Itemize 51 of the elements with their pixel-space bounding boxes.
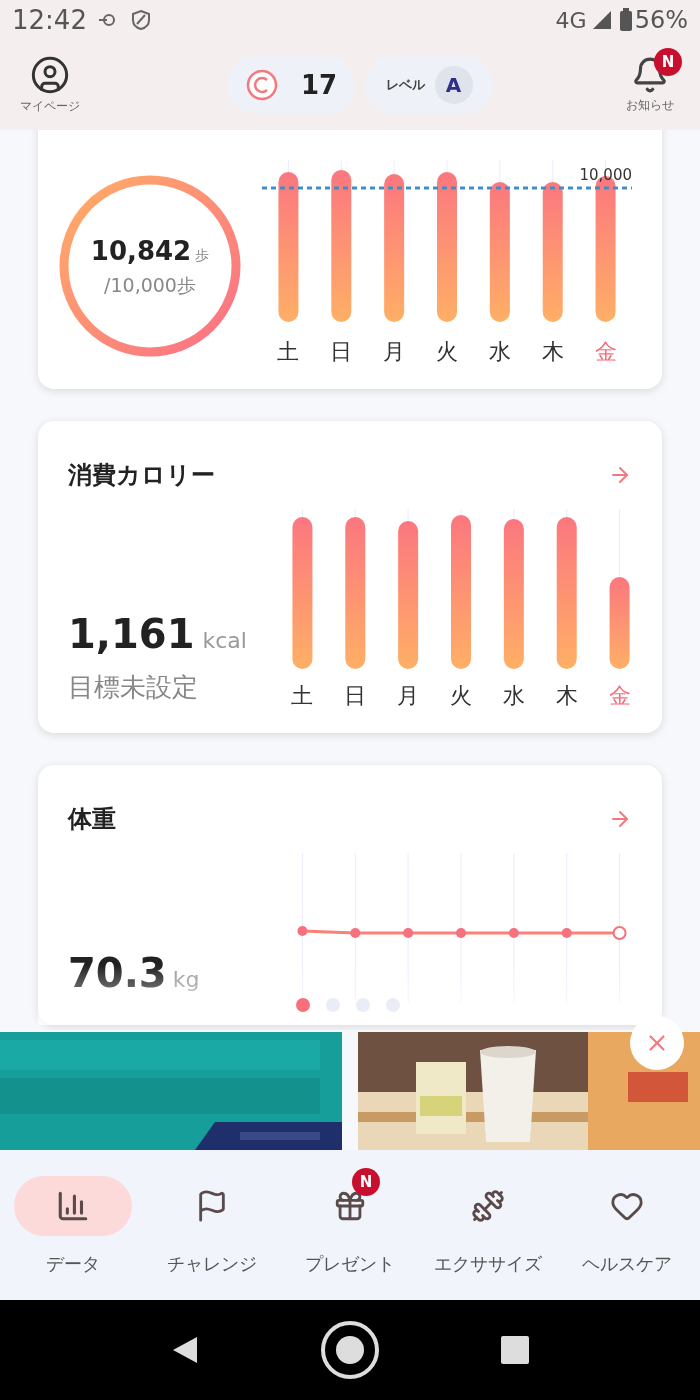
day-label: 日: [343, 685, 368, 707]
coin-icon: [244, 68, 279, 102]
shield-icon: [130, 9, 151, 31]
data-point: [456, 928, 466, 938]
card-title: 消費カロリー: [68, 460, 215, 491]
day-label: 土: [276, 341, 301, 363]
coin-count: 17: [300, 68, 338, 102]
level-label: レベル: [385, 76, 425, 95]
user-icon: [30, 55, 70, 95]
weight-value: 70.3: [68, 949, 167, 998]
level-grade: A: [434, 66, 473, 104]
home-icon[interactable]: [320, 1320, 380, 1380]
card-title: 体重: [68, 804, 116, 835]
day-label: 日: [329, 341, 354, 363]
battery-icon: [618, 8, 633, 32]
calorie-unit: kcal: [202, 627, 247, 655]
nav-tab[interactable]: エクササイズ: [420, 1176, 557, 1277]
day-label: 火: [435, 341, 459, 363]
day-label: 火: [449, 685, 473, 707]
nav-tab[interactable]: チャレンジ: [143, 1176, 280, 1277]
day-label: 水: [501, 685, 526, 707]
day-label: 金: [607, 685, 632, 707]
mypage-button[interactable]: マイページ: [10, 55, 90, 115]
step-goal: /10,000歩: [104, 272, 196, 298]
goal-line-label: 10,000: [579, 165, 632, 186]
day-label: 月: [396, 685, 421, 707]
status-time: 12:42: [12, 3, 87, 37]
step-unit: 歩: [195, 245, 210, 265]
network-label: 4G: [555, 6, 587, 35]
data-point: [561, 928, 572, 938]
day-label: 水: [487, 341, 512, 363]
calorie-note: 目標未設定: [68, 671, 199, 704]
recents-icon[interactable]: [501, 1336, 530, 1364]
day-label: 木: [554, 685, 579, 707]
data-point: [350, 928, 361, 938]
nav-tab[interactable]: ヘルスケア: [558, 1176, 695, 1277]
data-point: [508, 928, 519, 938]
data-point: [612, 926, 627, 940]
data-point: [403, 928, 414, 938]
dumbbell-icon: [471, 1189, 506, 1223]
step-count: 10,842: [90, 234, 192, 268]
notification-badge: N: [654, 48, 682, 76]
data-point: [297, 926, 308, 936]
calorie-value: 1,161: [68, 610, 195, 659]
notification-badge: N: [351, 1168, 380, 1196]
day-label: 木: [540, 341, 565, 363]
day-label: 月: [382, 341, 407, 363]
weight-unit: kg: [172, 966, 200, 994]
day-label: 土: [290, 685, 315, 707]
day-label: 金: [593, 341, 618, 363]
battery-percent: 56%: [634, 5, 688, 36]
